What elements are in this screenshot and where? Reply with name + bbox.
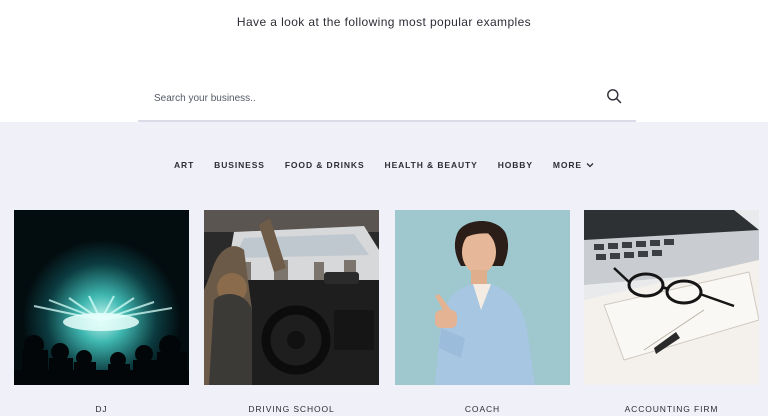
example-label-driving-school[interactable]: DRIVING SCHOOL bbox=[204, 404, 379, 414]
examples-section: ART BUSINESS FOOD & DRINKS HEALTH & BEAU… bbox=[0, 122, 768, 416]
example-image-driving-school bbox=[204, 210, 379, 385]
example-label-accounting-firm[interactable]: ACCOUNTING FIRM bbox=[584, 404, 759, 414]
search-input[interactable] bbox=[152, 86, 586, 110]
category-health-beauty[interactable]: HEALTH & BEAUTY bbox=[385, 160, 478, 170]
section-subtitle: Have a look at the following most popula… bbox=[236, 15, 532, 29]
category-nav: ART BUSINESS FOOD & DRINKS HEALTH & BEAU… bbox=[0, 160, 768, 170]
search-icon[interactable] bbox=[606, 88, 622, 104]
example-image-dj bbox=[14, 210, 189, 385]
example-card-accounting-firm[interactable] bbox=[584, 210, 759, 385]
search-bar bbox=[138, 76, 636, 122]
category-more-label: MORE bbox=[552, 160, 582, 170]
example-card-dj[interactable] bbox=[14, 210, 189, 385]
category-business[interactable]: BUSINESS bbox=[214, 160, 265, 170]
example-label-coach[interactable]: COACH bbox=[395, 404, 570, 414]
example-label-dj[interactable]: DJ bbox=[14, 404, 189, 414]
category-more-dropdown[interactable]: MORE bbox=[553, 160, 594, 170]
chevron-down-icon bbox=[586, 163, 594, 168]
example-card-driving-school[interactable] bbox=[204, 210, 379, 385]
header-section: Have a look at the following most popula… bbox=[0, 0, 768, 122]
category-food-drinks[interactable]: FOOD & DRINKS bbox=[285, 160, 365, 170]
category-art[interactable]: ART bbox=[174, 160, 194, 170]
examples-grid: DJ DRIVING SCHOOL COACH ACCOUNTING FIRM bbox=[0, 210, 768, 416]
example-image-coach bbox=[395, 210, 570, 385]
category-hobby[interactable]: HOBBY bbox=[498, 160, 533, 170]
example-image-accounting-firm bbox=[584, 210, 759, 385]
example-card-coach[interactable] bbox=[395, 210, 570, 385]
